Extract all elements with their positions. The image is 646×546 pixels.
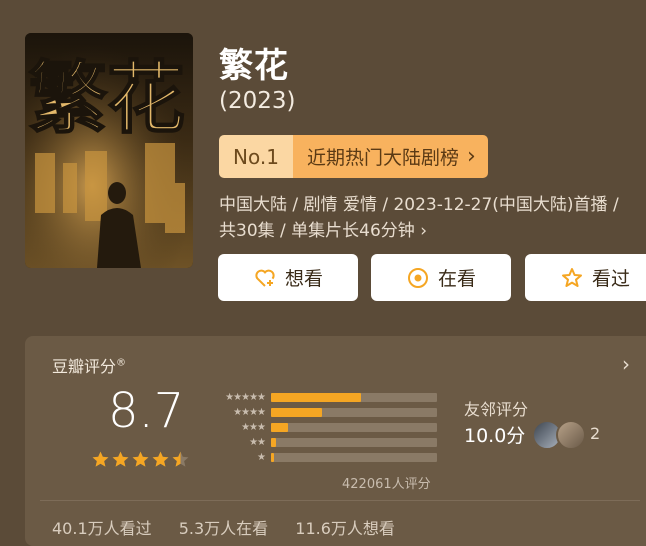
- star-icon: [152, 451, 169, 467]
- rank-number: No.1: [219, 135, 293, 178]
- star-icon: [172, 451, 189, 467]
- watching-button[interactable]: 在看: [371, 254, 511, 301]
- friend-count: 2: [590, 424, 601, 443]
- distribution-track: [271, 393, 437, 402]
- rank-label: 近期热门大陆剧榜: [306, 147, 459, 169]
- want-button[interactable]: 想看: [218, 254, 358, 301]
- distribution-bar: [271, 408, 323, 417]
- rating-label-text: 豆瓣评分: [52, 357, 117, 376]
- douban-rating-label: 豆瓣评分®: [52, 353, 126, 377]
- movie-meta[interactable]: 中国大陆 / 剧情 爱情 / 2023-12-27(中国大陆)首播 / 共30集…: [219, 192, 646, 244]
- rating-distribution: ★★★★★ ★★★★ ★★★ ★★ ★: [203, 390, 443, 465]
- watched-button[interactable]: 看过: [525, 254, 646, 301]
- audience-stats[interactable]: 40.1万人看过 5.3万人在看 11.6万人想看: [52, 515, 417, 539]
- distribution-row: ★★: [203, 435, 443, 450]
- watching-label: 在看: [437, 268, 476, 290]
- poster-image[interactable]: 繁花: [25, 33, 193, 268]
- distribution-stars: ★★: [249, 436, 266, 448]
- star-outline-icon: [561, 267, 582, 287]
- want-label: 想看: [284, 268, 323, 290]
- star-icon: [112, 451, 129, 467]
- friend-rating-score: 10.0分: [464, 425, 526, 447]
- movie-title: 繁花: [219, 46, 289, 86]
- distribution-bar: [271, 453, 275, 462]
- distribution-stars: ★: [257, 451, 266, 463]
- rating-count[interactable]: 422061人评分: [342, 473, 431, 492]
- distribution-row: ★★★: [203, 420, 443, 435]
- watched-label: 看过: [591, 268, 630, 290]
- distribution-bar: [271, 423, 288, 432]
- rating-stars: [91, 450, 190, 469]
- distribution-stars: ★★★★★: [225, 391, 266, 403]
- friend-rating-label: 友邻评分: [464, 400, 529, 419]
- distribution-track: [271, 423, 437, 432]
- distribution-bar: [271, 438, 276, 447]
- rank-badge[interactable]: No.1 近期热门大陆剧榜 ›: [219, 135, 488, 178]
- target-icon: [407, 267, 428, 288]
- star-icon: [132, 451, 149, 467]
- chevron-right-icon[interactable]: ›: [622, 352, 630, 376]
- distribution-track: [271, 453, 437, 462]
- meta-line-2: 共30集 / 单集片长46分钟 ›: [219, 221, 428, 241]
- distribution-stars: ★★★★: [233, 406, 266, 418]
- meta-line-1: 中国大陆 / 剧情 爱情 / 2023-12-27(中国大陆)首播 /: [219, 195, 619, 215]
- distribution-stars: ★★★: [241, 421, 266, 433]
- distribution-track: [271, 408, 437, 417]
- poster-calligraphy: 繁花: [29, 53, 185, 144]
- registered-mark: ®: [116, 357, 127, 369]
- movie-year: (2023): [219, 88, 296, 114]
- rank-list-link[interactable]: 近期热门大陆剧榜 ›: [292, 135, 488, 178]
- distribution-track: [271, 438, 437, 447]
- distribution-row: ★★★★★: [203, 390, 443, 405]
- distribution-row: ★: [203, 450, 443, 465]
- heart-plus-icon: [255, 269, 275, 287]
- divider: [40, 500, 640, 501]
- chevron-right-icon: ›: [466, 144, 476, 169]
- star-icon: [92, 451, 109, 467]
- distribution-row: ★★★★: [203, 405, 443, 420]
- avatar: [556, 420, 586, 450]
- friend-avatars[interactable]: [532, 420, 586, 450]
- distribution-bar: [271, 393, 361, 402]
- rating-score: 8.7: [108, 383, 185, 439]
